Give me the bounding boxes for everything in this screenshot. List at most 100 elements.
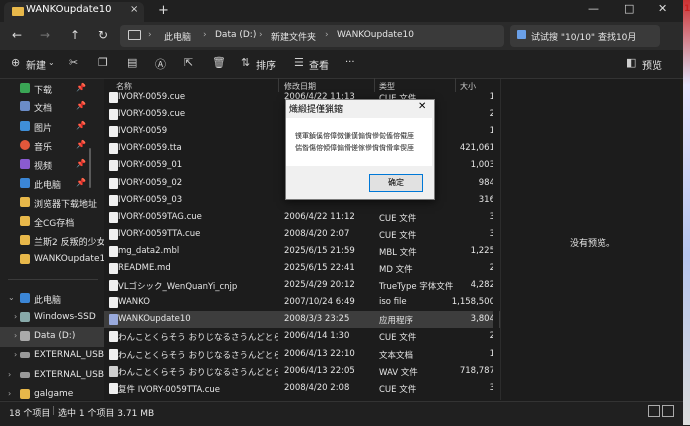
back-button[interactable]: ← [12,28,22,42]
tab-close-button[interactable]: × [130,4,138,15]
download-icon [20,83,30,93]
sort-button[interactable]: 排序 [256,57,276,72]
tree-data-d[interactable]: › Data (D:) [0,327,104,347]
status-separator: | [52,406,56,416]
sidebar-item-downloads[interactable]: 下载 📌 [0,79,104,99]
sidebar-item-rance2[interactable]: 兰斯2 反叛的少女 [0,231,104,251]
file-name: IVORY-0059_02 [118,178,183,188]
file-icon [109,314,118,325]
folder-icon [20,235,30,245]
table-row[interactable]: わんことくらそう おりじなるさうんどとらっ... 2006/4/13 22:05 W… [104,363,500,380]
table-row[interactable]: VLゴシック_WenQuanYi_cnjp 2025/4/29 20:12 True… [104,277,500,294]
dialog-ok-button[interactable]: 确定 [369,174,423,192]
table-row[interactable]: わんことくらそう おりじなるさうんどとらっ... 2006/4/14 1:30 CU… [104,328,500,345]
item-count: 18 个项目 [9,409,51,419]
maximize-button[interactable]: □ [624,2,634,15]
file-date: 2008/4/20 2:07 [284,229,350,239]
selection-info: 选中 1 个项目 3.71 MB [58,409,155,419]
share-icon[interactable]: ⇱ [184,56,193,69]
view-button[interactable]: 查看 [309,57,329,72]
more-button[interactable]: ··· [345,57,355,68]
pin-icon: 📌 [76,101,86,110]
forward-button[interactable]: → [40,28,50,42]
pin-icon: 📌 [76,83,86,92]
table-row[interactable]: WANKOupdate10 2008/3/3 23:25 应用程序 3,804 [104,311,500,328]
tree-this-pc[interactable]: ⌄ 此电脑 [0,289,104,309]
file-name: IVORY-0059TAG.cue [118,212,202,222]
folder-icon [20,197,30,207]
add-icon: ⊕ [11,56,21,69]
table-row[interactable]: IVORY-0059TAG.cue2006/4/22 11:12CUE 文件3 [104,209,500,226]
file-size: 718,787 [459,366,495,376]
file-date: 2007/10/24 6:49 [284,297,355,307]
file-icon [109,126,118,137]
paste-icon[interactable]: ▤ [127,56,137,69]
details-view-icon[interactable] [648,405,660,417]
breadcrumb-this-pc[interactable]: 此电脑 [164,30,191,43]
cut-icon[interactable]: ✂ [69,56,78,69]
file-icon [109,92,118,103]
delete-icon[interactable]: 🗑 [212,56,226,69]
table-row[interactable]: 复件 IVORY-0059TTA.cue 2008/4/20 2:08 CUE 文件… [104,380,500,397]
file-size: 1,225 [470,246,495,256]
sidebar-item-documents[interactable]: 文档 📌 [0,97,104,117]
file-name: IVORY-0059_03 [118,195,183,205]
breadcrumb-data-d[interactable]: Data (D:) [215,30,256,40]
table-row[interactable]: mg_data2.mbl 2025/6/15 21:59 MBL 文件 1,225 [104,243,500,260]
table-row[interactable]: わんことくらそう おりじなるさうんどとらっ... 2006/4/13 22:10 文… [104,346,500,363]
chevron-right-icon[interactable]: › [8,389,11,398]
calendar-icon [517,30,526,39]
table-row[interactable]: README.md2025/6/15 22:41MD 文件2 [104,260,500,277]
table-row[interactable]: IVORY-0059TTA.cue2008/4/20 2:07CUE 文件3 [104,226,500,243]
chevron-down-icon: ⌄ [48,58,55,67]
rename-icon[interactable]: Ⓐ [155,56,166,72]
chevron-right-icon[interactable]: › [14,312,17,321]
file-icon [109,246,118,257]
minimize-button[interactable]: — [588,2,599,15]
sidebar-item-pictures[interactable]: 图片 📌 [0,117,104,137]
new-tab-button[interactable]: + [158,3,169,18]
chevron-down-icon[interactable]: ⌄ [8,293,15,302]
sidebar-item-wankoupdate10[interactable]: WANKOupdate10 [0,250,104,270]
view-icon: ☰ [294,56,304,69]
file-icon [109,229,118,240]
computer-icon [128,30,141,40]
search-suggestion[interactable]: 试试搜 "10/10" 查找10月 [531,30,636,43]
folder-icon [20,216,30,226]
breadcrumb-current[interactable]: WANKOupdate10 [337,30,414,40]
chevron-right-icon[interactable]: › [14,350,17,359]
breadcrumb-new-folder[interactable]: 新建文件夹 [271,30,316,43]
chevron-right-icon[interactable]: › [14,331,17,340]
chevron-right-icon: › [259,30,263,40]
dialog-body [286,118,432,166]
preview-button[interactable]: 预览 [642,57,662,72]
tree-windows-ssd[interactable]: › Windows-SSD [0,308,104,328]
tree-external-usb-1[interactable]: › EXTERNAL_USB [0,346,104,366]
new-button[interactable]: 新建 [26,57,46,72]
up-button[interactable]: ↑ [70,28,80,42]
sidebar-scrollbar[interactable] [89,148,91,188]
dialog-close-button[interactable]: ✕ [418,101,426,112]
close-window-button[interactable]: ✕ [658,2,667,15]
file-size: 4,282 [470,280,495,290]
sidebar-item-browser-downloads[interactable]: 浏览器下载地址 [0,193,104,213]
file-icon [109,263,118,274]
preview-pane-icon: ◧ [626,56,637,69]
sidebar-item-cg-archive[interactable]: 全CG存档 [0,212,104,232]
file-list-scrollbar[interactable] [493,80,499,400]
file-icon [109,366,118,377]
refresh-button[interactable]: ↻ [98,28,108,42]
file-type: 文本文档 [379,351,414,361]
file-name: わんことくらそう おりじなるさうんどとらっ... [118,351,278,361]
file-icon [109,212,118,223]
table-row[interactable]: WANKO 2007/10/24 6:49 iso file 1,158,500 [104,294,500,311]
file-date: 2025/6/15 21:59 [284,246,355,256]
copy-icon[interactable]: ❐ [98,56,108,69]
file-name: WANKO [118,297,150,307]
file-icon [109,349,118,360]
tiles-view-icon[interactable] [662,405,674,417]
file-date: 2008/3/3 23:25 [284,314,350,324]
tree-external-usb-2[interactable]: › EXTERNAL_USB [0,366,104,386]
computer-icon [20,293,30,303]
chevron-right-icon[interactable]: › [8,370,11,379]
